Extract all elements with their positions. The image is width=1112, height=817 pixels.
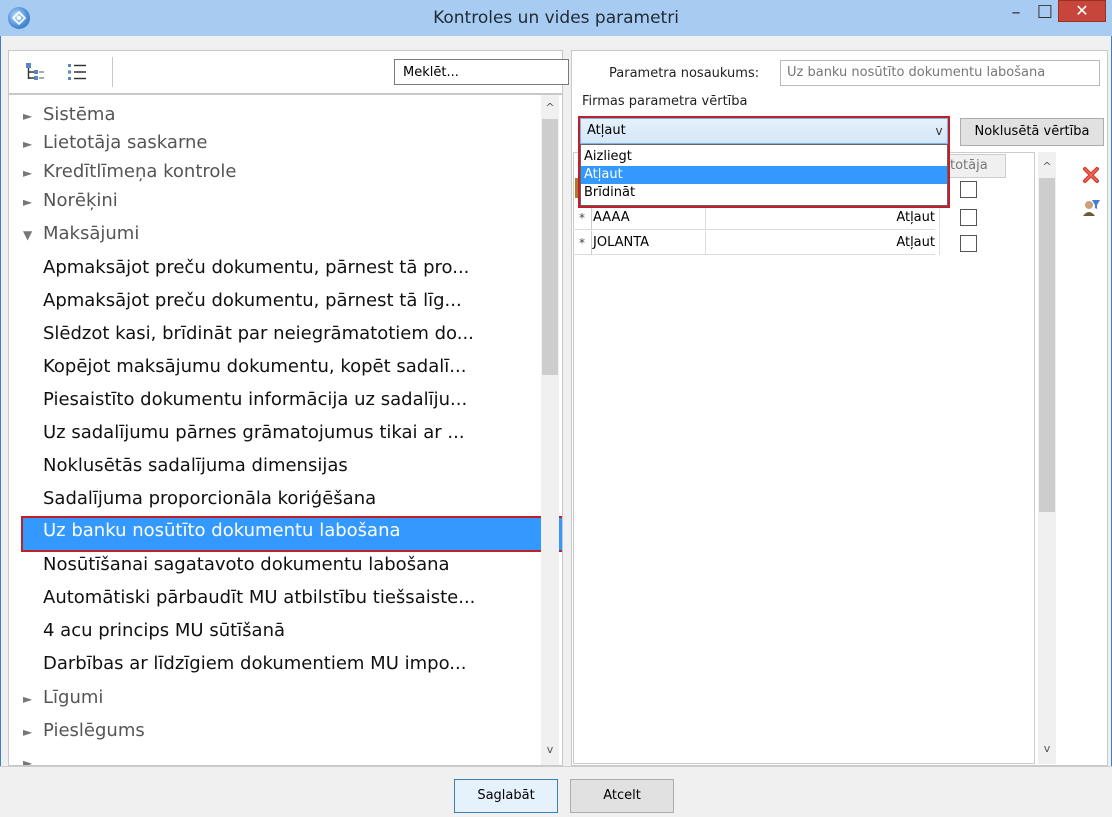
delete-icon[interactable] <box>1078 164 1104 190</box>
checkbox[interactable] <box>960 235 977 252</box>
expand-arrow-icon[interactable]: ► <box>23 717 43 747</box>
tree-item[interactable]: Noklusētās sadalījuma dimensijas <box>9 451 348 481</box>
tree-group-maksajumi[interactable]: ▼ Maksājumi <box>9 219 139 249</box>
tree-item-label: Norēķini <box>43 190 118 211</box>
tree-item-label: Pieslēgums <box>43 720 145 741</box>
expand-arrow-icon[interactable]: ► <box>23 187 43 217</box>
param-name-field: Uz banku nosūtīto dokumentu labošana <box>780 60 1100 86</box>
tree-group-pieslegums[interactable]: ► Pieslēgums <box>9 716 145 746</box>
save-button[interactable]: Saglabāt <box>454 779 558 813</box>
scroll-thumb[interactable] <box>1039 178 1055 512</box>
row-user: AAAA <box>593 206 706 230</box>
expand-arrow-icon[interactable]: ► <box>23 684 43 714</box>
scroll-thumb[interactable] <box>542 119 558 375</box>
checkbox[interactable] <box>960 181 977 198</box>
tree-item-label: Līgumi <box>43 687 104 708</box>
table-row[interactable]: * AAAA Atļaut <box>573 206 940 230</box>
minimize-button[interactable]: – <box>1001 0 1031 30</box>
cancel-button[interactable]: Atcelt <box>570 779 674 813</box>
tree-item[interactable]: Darbības ar līdzīgiem dokumentiem MU imp… <box>9 649 466 679</box>
expand-arrow-icon: ► <box>23 756 33 765</box>
tree-item-label: Sistēma <box>43 104 116 125</box>
row-marker: * <box>573 206 592 230</box>
tree-item[interactable]: Uz sadalījumu pārnes grāmatojumus tikai … <box>9 418 465 448</box>
list-view-icon[interactable] <box>65 60 89 84</box>
param-name-label: Parametra nosaukums: <box>609 66 760 81</box>
tree-item-selected[interactable]: Uz banku nosūtīto dokumentu labošana <box>21 516 562 552</box>
row-value[interactable]: Atļaut <box>707 206 940 230</box>
tree-group-lietotaja-saskarne[interactable]: ► Lietotāja saskarne <box>9 128 208 158</box>
toolbar-divider <box>112 57 113 87</box>
tree-item-label: Lietotāja saskarne <box>43 132 208 153</box>
tree-group-ligumi[interactable]: ► Līgumi <box>9 683 103 713</box>
tree-item[interactable]: Slēdzot kasi, brīdināt par neiegrāmatoti… <box>9 319 474 349</box>
row-user: JOLANTA <box>593 231 706 255</box>
table-row[interactable]: * JOLANTA Atļaut <box>573 231 940 255</box>
maximize-button[interactable]: ☐ <box>1031 0 1059 30</box>
tree-item[interactable]: Sadalījuma proporcionāla koriģēšana <box>9 484 376 514</box>
expand-arrow-icon[interactable]: ► <box>23 129 43 159</box>
scroll-up-icon[interactable]: ^ <box>541 99 559 117</box>
tree-item[interactable]: 4 acu princips MU sūtīšanā <box>9 616 285 646</box>
tree-group-partial[interactable]: ► <box>9 747 43 765</box>
collapse-arrow-icon[interactable]: ▼ <box>23 220 43 250</box>
tree-item[interactable]: Apmaksājot preču dokumentu, pārnest tā p… <box>9 253 469 283</box>
scroll-up-icon[interactable]: ^ <box>1038 158 1056 176</box>
tree-item[interactable]: Piesaistīto dokumentu informācija uz sad… <box>9 385 467 415</box>
scroll-down-icon[interactable]: v <box>1038 740 1056 758</box>
tree-item[interactable]: Nosūtīšanai sagatavoto dokumentu labošan… <box>9 550 450 580</box>
company-value-label: Firmas parametra vērtība <box>582 94 748 109</box>
expand-arrow-icon[interactable]: ► <box>23 101 43 131</box>
search-input[interactable] <box>394 59 569 85</box>
row-marker: * <box>573 231 592 255</box>
row-value[interactable]: Atļaut <box>707 231 940 255</box>
tree-group-kreditlimena-kontrole[interactable]: ► Kredītlīmeņa kontrole <box>9 157 237 187</box>
combo-highlight-box <box>578 116 950 208</box>
tree-item[interactable]: Automātiski pārbaudīt MU atbilstību tieš… <box>9 583 475 613</box>
parameter-tree: ► Sistēma ► Lietotāja saskarne ► Kredītlīme… <box>8 94 563 766</box>
user-filter-icon[interactable] <box>1078 197 1104 223</box>
tree-item[interactable]: Apmaksājot preču dokumentu, pārnest tā l… <box>9 286 462 316</box>
close-button[interactable]: ✕ <box>1058 0 1106 22</box>
expand-arrow-icon[interactable]: ► <box>23 158 43 188</box>
tree-item-label: Maksājumi <box>43 223 140 244</box>
scroll-down-icon[interactable]: v <box>541 741 559 759</box>
tree-toolbar <box>8 50 569 94</box>
tree-group-norekini[interactable]: ► Norēķini <box>9 186 118 216</box>
tree-view-icon[interactable] <box>23 60 47 84</box>
checkbox[interactable] <box>960 209 977 226</box>
default-value-button[interactable]: Noklusētā vērtība <box>960 118 1104 146</box>
window-title: Kontroles un vides parametri <box>433 8 679 28</box>
tree-item-label: Kredītlīmeņa kontrole <box>43 161 237 182</box>
tree-group-sistema[interactable]: ► Sistēma <box>9 100 116 130</box>
tree-item[interactable]: Kopējot maksājumu dokumentu, kopēt sadal… <box>9 352 466 382</box>
